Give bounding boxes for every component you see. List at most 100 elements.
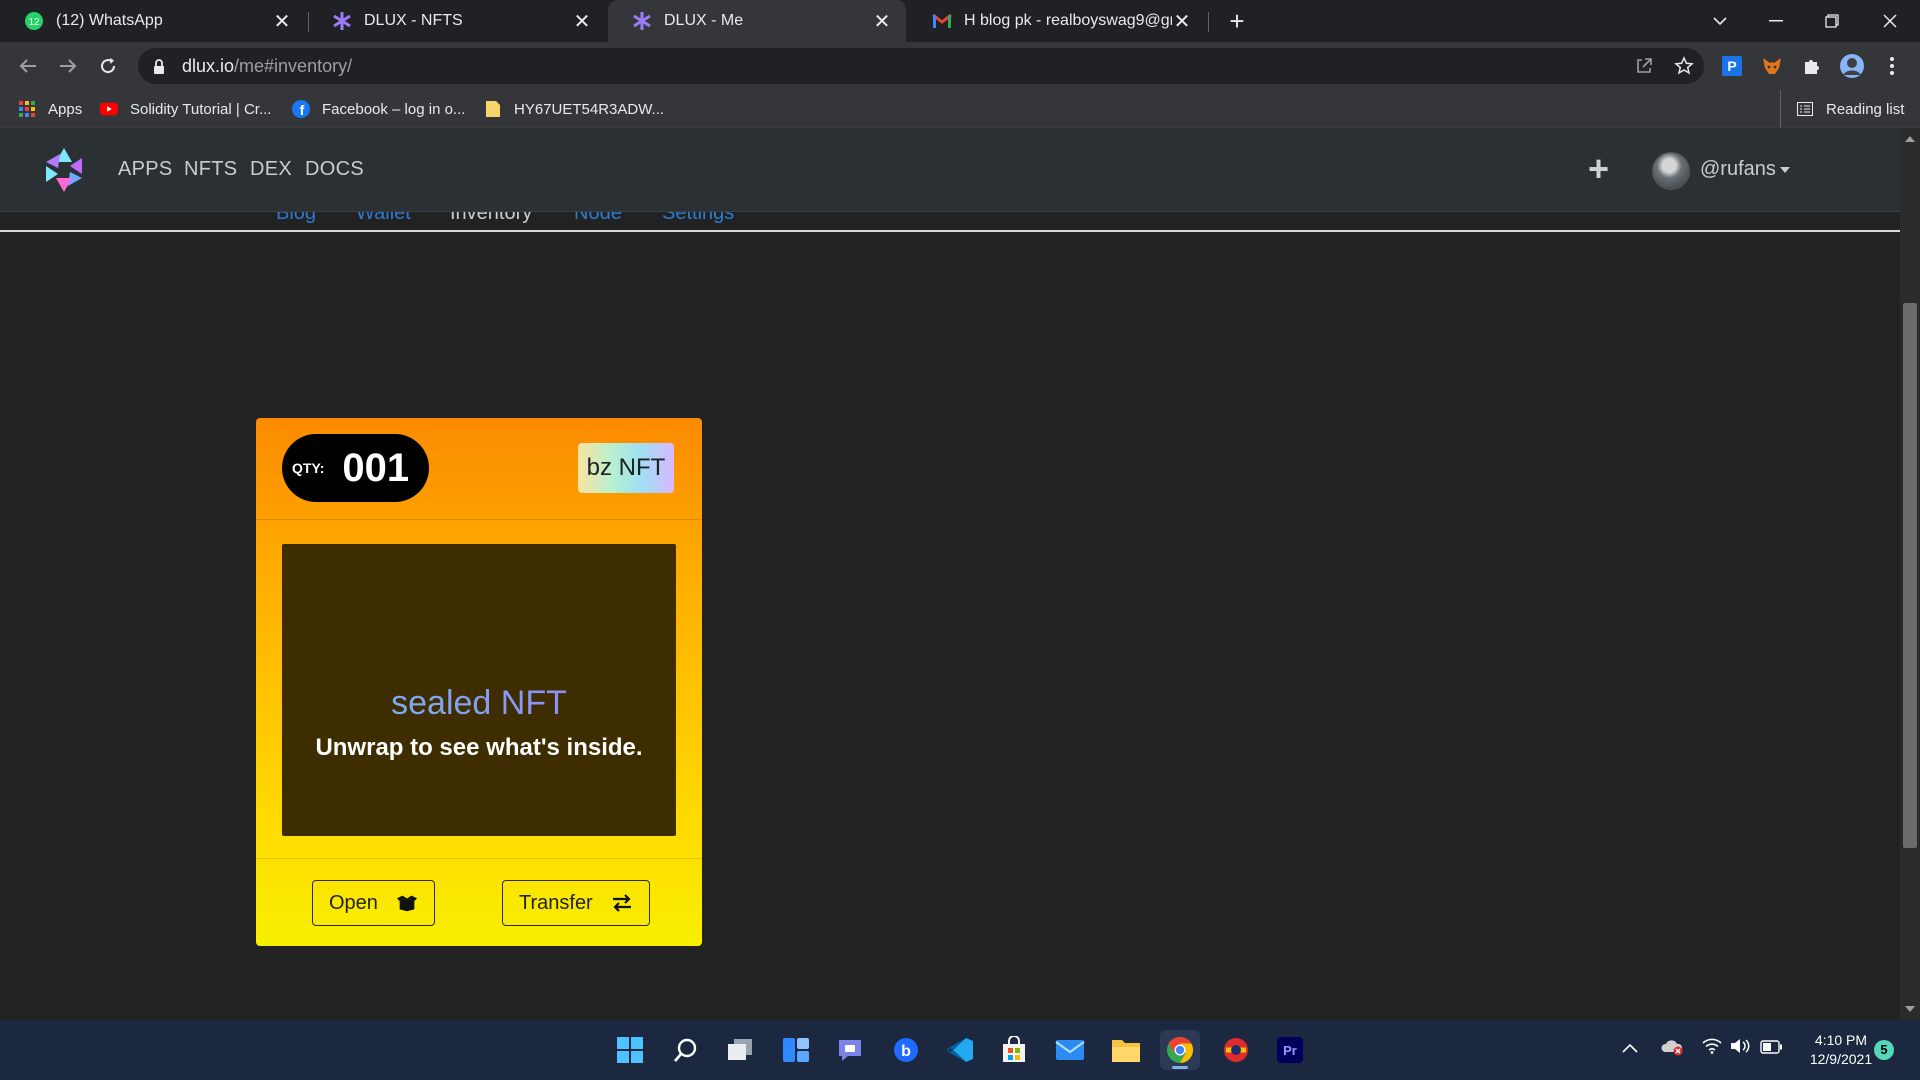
- nft-card-header: QTY: 001 bz NFT: [256, 418, 702, 520]
- notification-badge[interactable]: 5: [1874, 1040, 1894, 1060]
- user-menu[interactable]: @rufans: [1700, 158, 1790, 181]
- subnav-inventory[interactable]: Inventory: [450, 212, 532, 225]
- facebook-icon: f: [292, 100, 310, 118]
- system-clock[interactable]: 4:10 PM 12/9/2021: [1796, 1031, 1886, 1069]
- nft-card-footer: Open Transfer: [256, 858, 702, 946]
- extension-p-icon[interactable]: P: [1718, 52, 1746, 80]
- forward-icon[interactable]: [52, 50, 84, 82]
- store-icon[interactable]: [994, 1030, 1034, 1070]
- bookmark-label: Apps: [48, 100, 83, 118]
- browser-tab-bar: 12 (12) WhatsApp ✕ DLUX - NFTS ✕ DLUX - …: [0, 0, 1920, 42]
- nav-nfts[interactable]: NFTS: [184, 158, 237, 181]
- site-navbar: APPS NFTS DEX DOCS + @rufans: [0, 128, 1900, 212]
- start-icon[interactable]: [610, 1030, 650, 1070]
- close-tab-icon[interactable]: ✕: [1172, 9, 1192, 34]
- extensions-puzzle-icon[interactable]: [1798, 52, 1826, 80]
- close-tab-icon[interactable]: ✕: [572, 9, 592, 34]
- exchange-arrows-icon: [611, 894, 633, 912]
- subnav-settings[interactable]: Settings: [662, 212, 734, 225]
- box-open-icon: [396, 894, 418, 912]
- chrome-icon[interactable]: [1160, 1030, 1200, 1070]
- scroll-down-icon[interactable]: [1905, 1006, 1915, 1012]
- nav-apps[interactable]: APPS: [118, 158, 173, 181]
- app-b-icon[interactable]: b: [886, 1030, 926, 1070]
- metamask-icon[interactable]: [1758, 52, 1786, 80]
- browser-toolbar: dlux.io/me#inventory/: [0, 42, 1920, 90]
- subnav-wallet[interactable]: Wallet: [356, 212, 411, 225]
- address-bar[interactable]: dlux.io/me#inventory/: [138, 48, 1704, 84]
- bookmark-solidity[interactable]: Solidity Tutorial | Cr...: [100, 90, 271, 128]
- subnav-node[interactable]: Node: [574, 212, 622, 225]
- username-label: @rufans: [1700, 158, 1776, 180]
- svg-text:Pr: Pr: [1283, 1043, 1297, 1058]
- close-tab-icon[interactable]: ✕: [272, 9, 292, 34]
- widgets-icon[interactable]: [776, 1030, 816, 1070]
- tab-gmail[interactable]: H blog pk - realboyswag9@gmai ✕: [908, 0, 1206, 42]
- new-tab-button[interactable]: +: [1222, 6, 1252, 36]
- bookmark-label: Solidity Tutorial | Cr...: [130, 100, 272, 118]
- vscode-icon[interactable]: [940, 1030, 980, 1070]
- back-icon[interactable]: [12, 50, 44, 82]
- share-icon[interactable]: [1632, 54, 1656, 78]
- minimize-icon[interactable]: [1748, 0, 1804, 42]
- open-button[interactable]: Open: [312, 880, 435, 926]
- tab-title: DLUX - NFTS: [364, 12, 463, 29]
- profile-avatar-icon[interactable]: [1838, 52, 1866, 80]
- bookmark-apps[interactable]: Apps: [18, 90, 82, 128]
- bookmark-label: HY67UET54R3ADW...: [514, 100, 665, 118]
- reading-list-icon: [1796, 100, 1814, 118]
- quantity-pill: QTY: 001: [282, 434, 430, 502]
- close-window-icon[interactable]: [1862, 0, 1918, 42]
- bookmarks-bar: Apps Solidity Tutorial | Cr... f Faceboo…: [0, 90, 1920, 128]
- scrollbar-thumb[interactable]: [1903, 303, 1917, 848]
- restore-icon[interactable]: [1804, 0, 1860, 42]
- tab-whatsapp[interactable]: 12 (12) WhatsApp ✕: [0, 0, 306, 42]
- tab-dlux-me[interactable]: DLUX - Me ✕: [608, 0, 906, 42]
- subnav-blog[interactable]: Blog: [276, 212, 316, 225]
- nft-set-tag: bz NFT: [578, 443, 674, 493]
- svg-text:b: b: [901, 1043, 911, 1060]
- windows-taskbar: b Pr 4:10 PM 12/9/2021 5: [0, 1020, 1920, 1080]
- transfer-button[interactable]: Transfer: [502, 880, 650, 926]
- reload-icon[interactable]: [92, 50, 124, 82]
- dlux-logo-icon[interactable]: [38, 144, 90, 196]
- app-red-icon[interactable]: [1216, 1030, 1256, 1070]
- search-icon[interactable]: [666, 1030, 706, 1070]
- nav-dex[interactable]: DEX: [250, 158, 292, 181]
- premiere-icon[interactable]: Pr: [1270, 1030, 1310, 1070]
- browser-menu-icon[interactable]: [1878, 52, 1906, 80]
- tab-title: (12) WhatsApp: [56, 12, 163, 29]
- wifi-icon[interactable]: [1702, 1038, 1722, 1059]
- nav-docs[interactable]: DOCS: [305, 158, 364, 181]
- volume-icon[interactable]: [1730, 1038, 1752, 1059]
- onedrive-error-icon[interactable]: [1660, 1038, 1684, 1061]
- bookmark-star-icon[interactable]: [1672, 54, 1696, 78]
- qty-value: 001: [342, 445, 410, 490]
- file-explorer-icon[interactable]: [1106, 1030, 1146, 1070]
- clock-date: 12/9/2021: [1809, 1051, 1873, 1067]
- bookmark-folder[interactable]: HY67UET54R3ADW...: [484, 90, 664, 128]
- open-label: Open: [329, 891, 378, 914]
- tab-dlux-nfts[interactable]: DLUX - NFTS ✕: [308, 0, 606, 42]
- avatar[interactable]: [1652, 152, 1690, 190]
- svg-text:12: 12: [28, 17, 40, 28]
- tab-search-icon[interactable]: [1692, 0, 1748, 42]
- lock-icon: [152, 58, 166, 74]
- profile-subnav: Blog Wallet Inventory Node Settings: [0, 212, 1900, 232]
- mail-icon[interactable]: [1050, 1030, 1090, 1070]
- folder-icon: [484, 100, 502, 118]
- task-view-icon[interactable]: [720, 1030, 760, 1070]
- reading-list-button[interactable]: Reading list: [1796, 90, 1904, 128]
- sealed-nft-panel: sealed NFT Unwrap to see what's inside.: [282, 544, 676, 836]
- whatsapp-icon: 12: [24, 11, 44, 31]
- scroll-up-icon[interactable]: [1905, 136, 1915, 142]
- bookmark-facebook[interactable]: f Facebook – log in o...: [292, 90, 465, 128]
- battery-icon[interactable]: [1760, 1038, 1782, 1059]
- tray-chevron-up-icon[interactable]: [1622, 1038, 1638, 1059]
- teams-chat-icon[interactable]: [830, 1030, 870, 1070]
- tab-title: DLUX - Me: [664, 12, 744, 29]
- add-icon[interactable]: +: [1588, 151, 1609, 187]
- page-scrollbar[interactable]: [1900, 128, 1920, 1020]
- tab-title: H blog pk - realboyswag9@gmai: [964, 12, 1172, 29]
- close-tab-icon[interactable]: ✕: [872, 9, 892, 34]
